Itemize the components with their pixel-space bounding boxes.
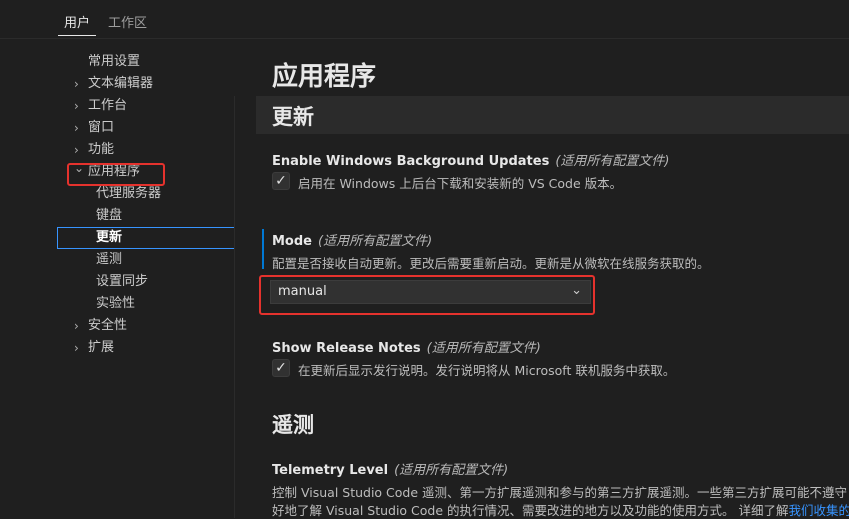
telemetry-description-line1: 控制 Visual Studio Code 遥测、第一方扩展遥测和参与的第三方扩… (272, 482, 849, 501)
setting-scope: (适用所有配置文件) (318, 234, 432, 249)
chevron-right-icon: › (74, 96, 84, 116)
toc-item-label: 扩展 (88, 338, 114, 358)
toc-item-label: 键盘 (96, 206, 122, 226)
setting-title-release-notes: Show Release Notes (适用所有配置文件) (272, 337, 541, 356)
toc-item-settings-sync[interactable]: 设置同步 (58, 272, 234, 292)
section-title-telemetry: 遥测 (272, 409, 314, 439)
toc-item-features[interactable]: › 功能 (58, 140, 234, 160)
toc-item-security[interactable]: › 安全性 (58, 316, 234, 336)
toc-item-common[interactable]: 常用设置 (58, 52, 234, 72)
toc-divider (234, 96, 235, 518)
chevron-down-icon: ⌄ (571, 283, 582, 298)
mode-select[interactable]: manual ⌄ (270, 280, 591, 304)
telemetry-description-text: 好地了解 Visual Studio Code 的执行情况、需要改进的地方以及功… (272, 503, 789, 518)
telemetry-learn-more-link[interactable]: 我们收集的 (789, 503, 849, 518)
release-notes-checkbox[interactable]: ✓ (272, 359, 290, 377)
setting-title-telemetry: Telemetry Level (适用所有配置文件) (272, 459, 508, 478)
toc-item-text-editor[interactable]: › 文本编辑器 (58, 74, 234, 94)
toc-item-keyboard[interactable]: 键盘 (58, 206, 234, 226)
section-header-update: 更新 (256, 96, 849, 134)
setting-scope: (适用所有配置文件) (394, 463, 508, 478)
chevron-right-icon: › (74, 140, 84, 160)
page-title: 应用程序 (272, 56, 376, 93)
toc-item-workbench[interactable]: › 工作台 (58, 96, 234, 116)
toc-item-experimental[interactable]: 实验性 (58, 294, 234, 314)
toc-item-label: 文本编辑器 (88, 74, 153, 94)
toc-item-label: 代理服务器 (96, 184, 161, 204)
setting-name: Mode (272, 234, 312, 249)
setting-focus-indicator (262, 229, 264, 269)
section-title: 更新 (272, 101, 314, 131)
toc-item-label: 更新 (96, 228, 122, 248)
setting-name: Telemetry Level (272, 463, 388, 478)
toc-item-telemetry[interactable]: 遥测 (58, 250, 234, 270)
tab-workspace[interactable]: 工作区 (108, 12, 147, 31)
mode-description: 配置是否接收自动更新。更改后需要重新启动。更新是从微软在线服务获取的。 (272, 253, 710, 272)
toc-item-label: 遥测 (96, 250, 122, 270)
chevron-right-icon: › (74, 338, 84, 358)
mode-select-value: manual (278, 284, 327, 299)
telemetry-description-line2: 好地了解 Visual Studio Code 的执行情况、需要改进的地方以及功… (272, 500, 849, 519)
chevron-right-icon: › (74, 74, 84, 94)
toc-item-extensions[interactable]: › 扩展 (58, 338, 234, 358)
toc-item-update[interactable]: 更新 (58, 228, 234, 248)
bg-updates-label: 启用在 Windows 上后台下载和安装新的 VS Code 版本。 (298, 173, 622, 192)
setting-title-mode: Mode (适用所有配置文件) (272, 230, 432, 249)
setting-name: Show Release Notes (272, 341, 421, 356)
settings-tabs: 用户 工作区 (0, 0, 849, 39)
setting-scope: (适用所有配置文件) (555, 154, 669, 169)
toc-item-application[interactable]: ⌄ 应用程序 (58, 162, 234, 182)
toc-item-label: 窗口 (88, 118, 114, 138)
toc-item-label: 工作台 (88, 96, 127, 116)
toc-item-label: 设置同步 (96, 272, 148, 292)
toc-item-label: 应用程序 (88, 162, 140, 182)
toc-item-label: 常用设置 (88, 52, 140, 72)
chevron-down-icon: ⌄ (74, 158, 84, 178)
chevron-right-icon: › (74, 316, 84, 336)
release-notes-label: 在更新后显示发行说明。发行说明将从 Microsoft 联机服务中获取。 (298, 360, 675, 379)
toc-item-proxy[interactable]: 代理服务器 (58, 184, 234, 204)
bg-updates-checkbox[interactable]: ✓ (272, 172, 290, 190)
setting-title-bg-updates: Enable Windows Background Updates (适用所有配置… (272, 150, 669, 169)
chevron-right-icon: › (74, 118, 84, 138)
toc-item-label: 实验性 (96, 294, 135, 314)
toc-item-label: 安全性 (88, 316, 127, 336)
setting-name: Enable Windows Background Updates (272, 154, 549, 169)
setting-scope: (适用所有配置文件) (427, 341, 541, 356)
tab-user[interactable]: 用户 (64, 12, 90, 31)
toc-item-label: 功能 (88, 140, 114, 160)
toc-item-window[interactable]: › 窗口 (58, 118, 234, 138)
